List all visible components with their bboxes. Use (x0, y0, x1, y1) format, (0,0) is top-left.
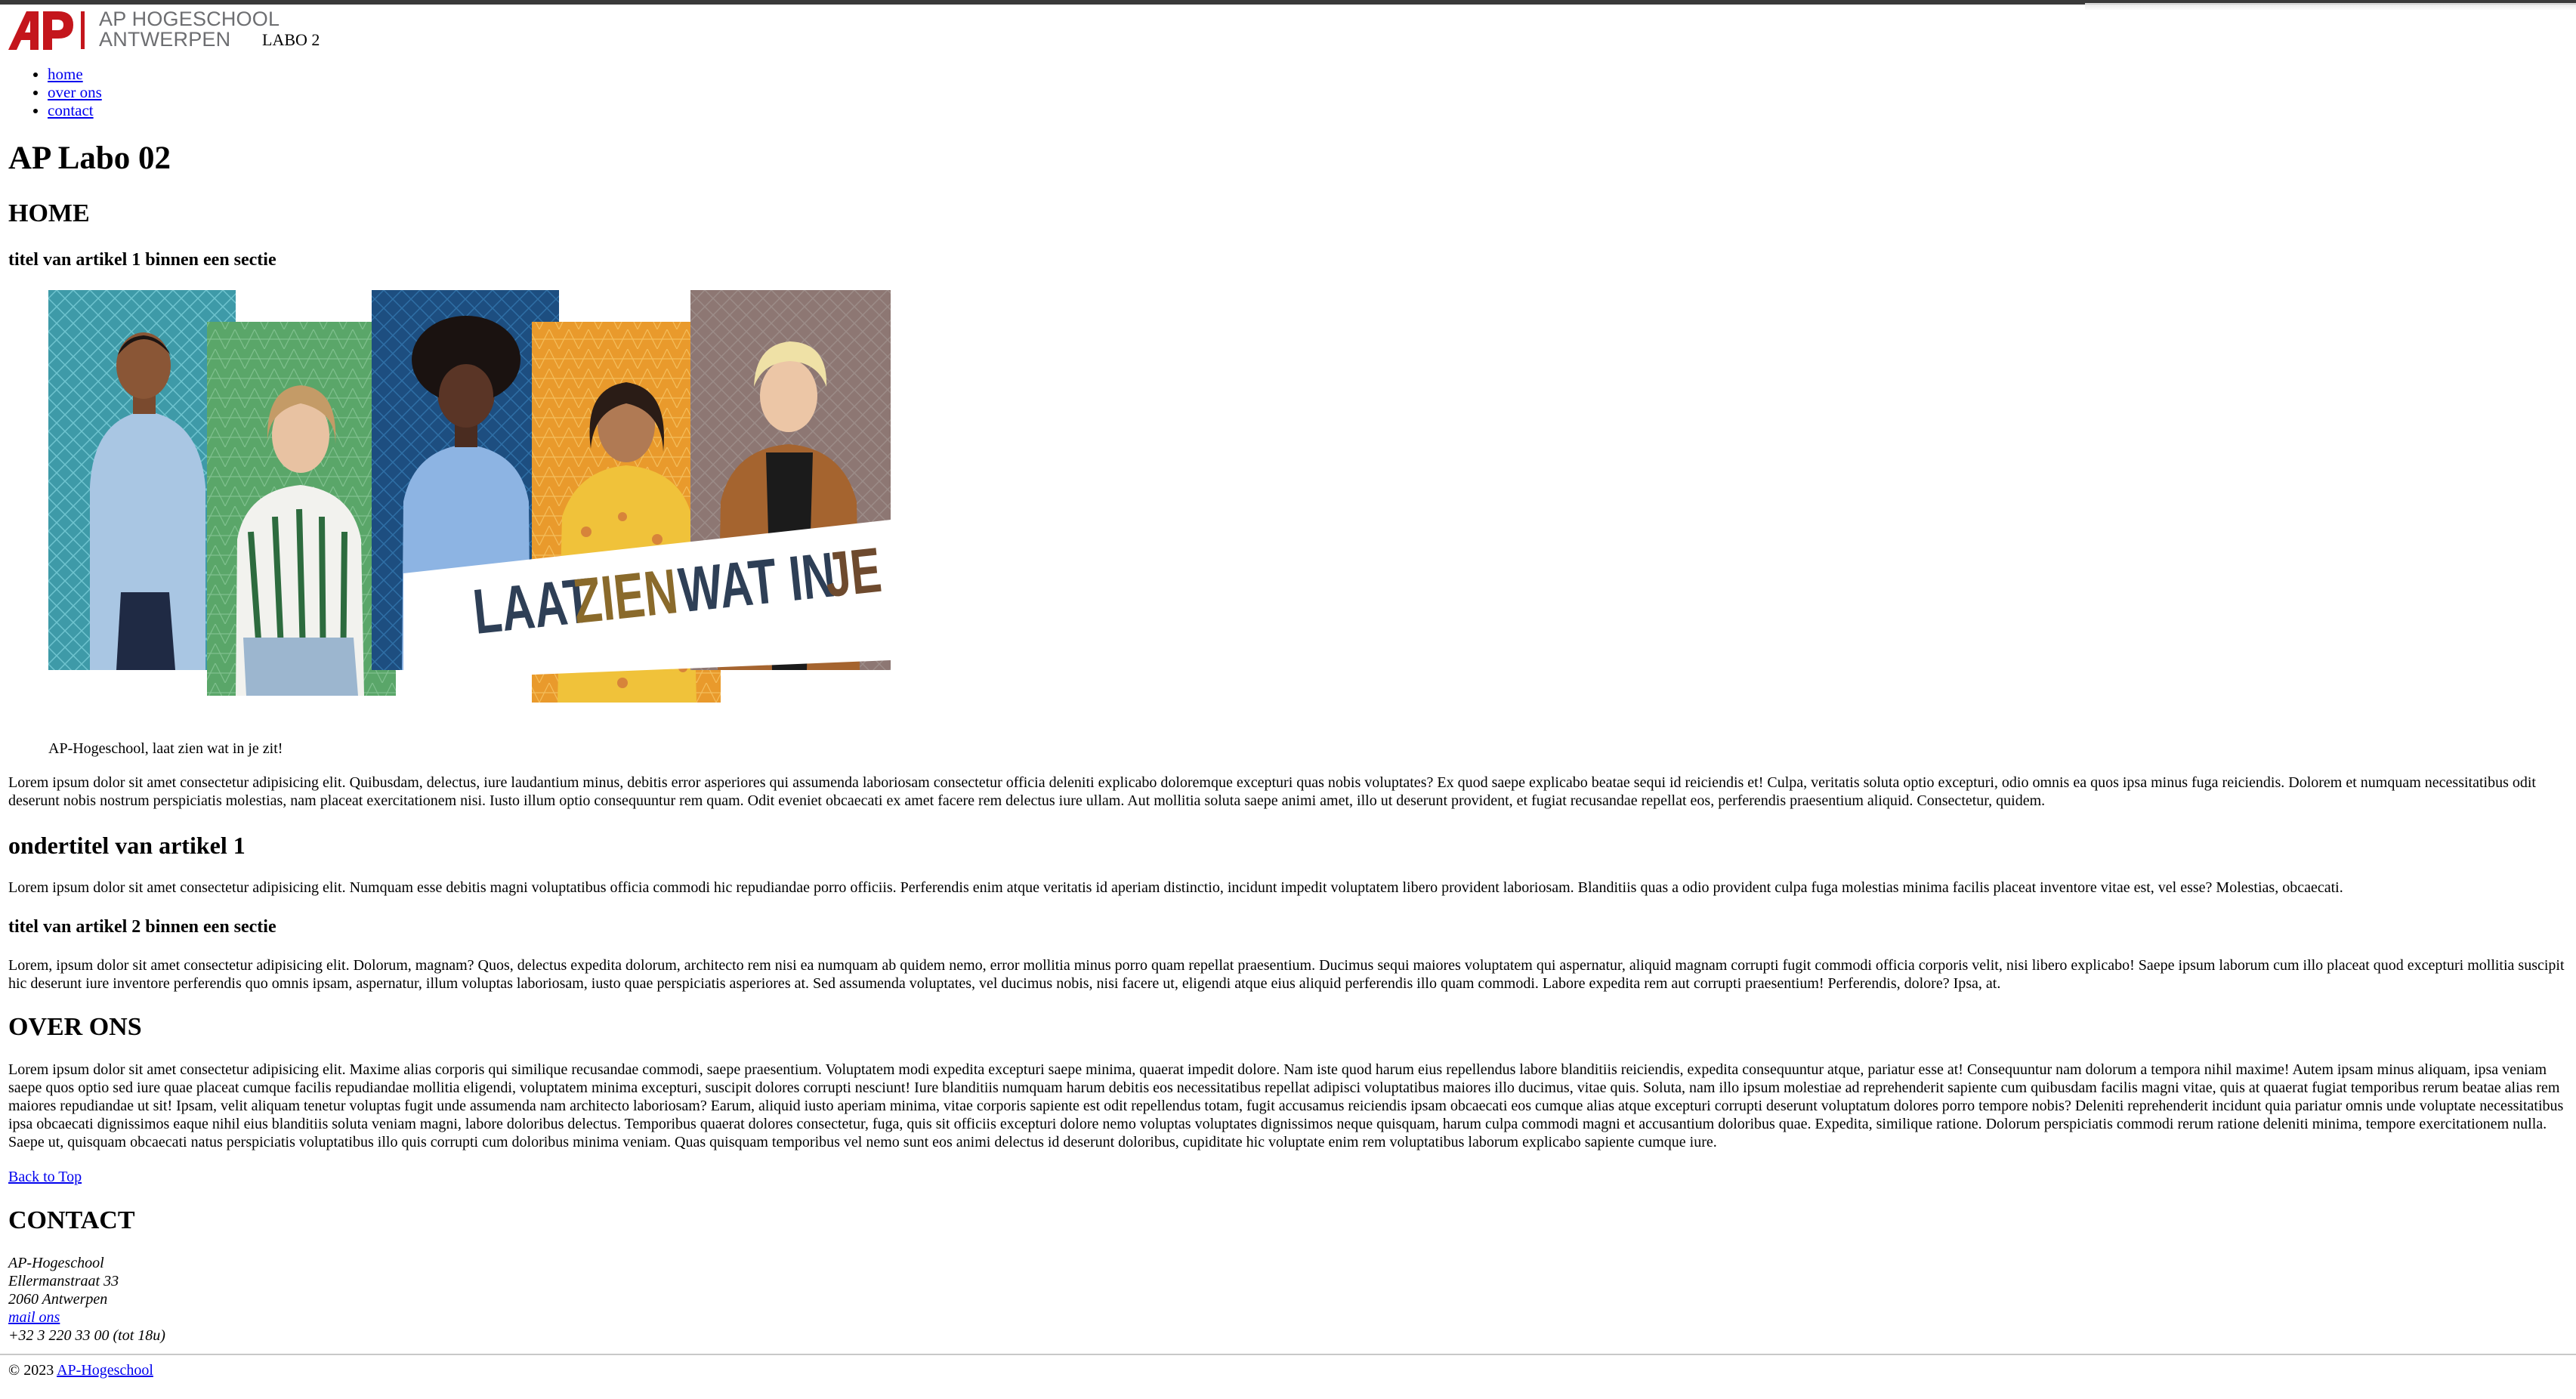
site-header: AP HOGESCHOOL ANTWERPEN LABO 2 (8, 9, 462, 54)
brand-name: AP HOGESCHOOL ANTWERPEN (99, 9, 280, 50)
contact-heading: CONTACT (8, 1206, 135, 1234)
brand-line-1: AP HOGESCHOOL (99, 8, 280, 30)
image-caption: AP-Hogeschool, laat zien wat in je zit! (48, 740, 283, 757)
nav-item-over-ons: over ons (48, 83, 102, 101)
logo-divider (81, 11, 85, 49)
contact-street: Ellermanstraat 33 (8, 1273, 119, 1289)
article-1-subtext: Lorem ipsum dolor sit amet consectetur a… (8, 879, 2343, 896)
article-1-subtitle: ondertitel van artikel 1 (8, 832, 246, 859)
page-title: AP Labo 02 (8, 141, 171, 176)
article-1-text: Lorem ipsum dolor sit amet consectetur a… (8, 774, 2536, 809)
copyright-text: © 2023 (8, 1362, 54, 1379)
back-to-top-link[interactable]: Back to Top (8, 1168, 82, 1186)
banner-word-je-zit: JE ZIT (822, 526, 891, 611)
mail-link[interactable]: mail ons (8, 1309, 60, 1326)
nav-item-contact: contact (48, 101, 102, 119)
ap-logo-icon[interactable] (8, 11, 73, 50)
top-shadow (2085, 3, 2576, 11)
labo-label: LABO 2 (262, 30, 320, 49)
students-banner-image: LAAT ZIEN WAT IN JE ZIT (48, 290, 891, 703)
contact-name: AP-Hogeschool (8, 1255, 104, 1271)
over-ons-heading: OVER ONS (8, 1013, 142, 1041)
nav-link-over-ons[interactable]: over ons (48, 83, 102, 101)
article-2-title: titel van artikel 2 binnen een sectie (8, 917, 276, 937)
footer-ap-link[interactable]: AP-Hogeschool (57, 1362, 153, 1379)
over-ons-text: Lorem ipsum dolor sit amet consectetur a… (8, 1061, 2564, 1150)
site-footer: © 2023 AP-Hogeschool (8, 1361, 153, 1379)
contact-phone: +32 3 220 33 00 (tot 18u) (8, 1327, 165, 1344)
article-1-title: titel van artikel 1 binnen een sectie (8, 250, 276, 270)
banner-word-zien: ZIEN (570, 555, 681, 637)
home-heading: HOME (8, 199, 90, 227)
contact-address: AP-Hogeschool Ellermanstraat 33 2060 Ant… (8, 1254, 165, 1345)
article-2-text: Lorem, ipsum dolor sit amet consectetur … (8, 957, 2565, 992)
main-nav: home over ons contact (8, 65, 102, 119)
footer-divider (0, 1354, 2576, 1355)
contact-city: 2060 Antwerpen (8, 1291, 108, 1308)
nav-link-home[interactable]: home (48, 65, 83, 83)
brand-line-2: ANTWERPEN (99, 28, 231, 51)
nav-link-contact[interactable]: contact (48, 101, 94, 119)
nav-item-home: home (48, 65, 102, 83)
